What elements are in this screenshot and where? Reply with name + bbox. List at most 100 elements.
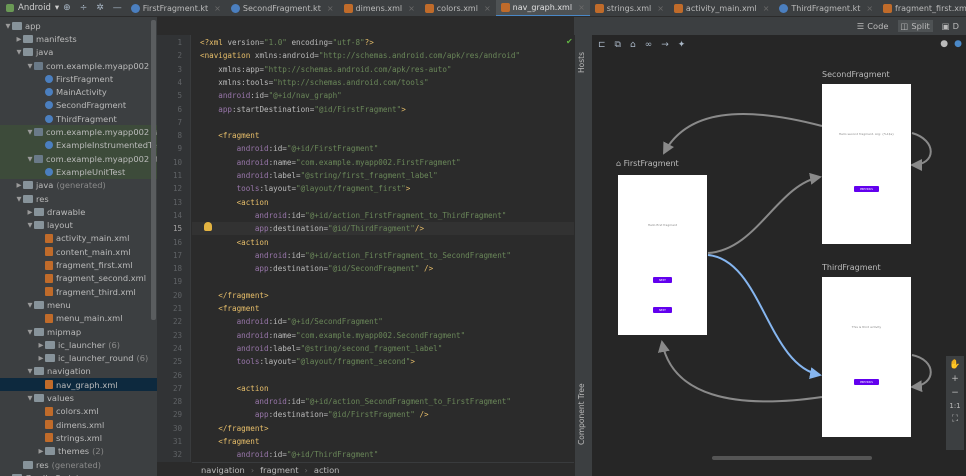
tree-item[interactable]: ▼com.example.myapp002(test) [0,152,157,166]
code-line[interactable]: android:label="@string/second_fragment_l… [200,342,443,355]
navigation-design-surface[interactable]: ⊏ ⧉ ⌂ ∞ → ✦ ● ● ⌂ FirstFragment Hello fi… [592,35,966,476]
chevron-right-icon[interactable]: ▶ [26,208,34,216]
tree-item[interactable]: res (generated) [0,458,157,471]
close-icon[interactable]: × [866,4,873,13]
code-line[interactable]: android:name="com.example.myapp002.Secon… [200,329,466,342]
code-line[interactable]: app:destination="@id/FirstFragment" /> [200,408,429,421]
third-fragment-preview[interactable]: This is third activity PREVIOUS [822,277,911,437]
zoom-ratio-button[interactable]: 1:1 [949,402,960,410]
chevron-down-icon[interactable]: ▼ [4,22,12,30]
code-line[interactable]: android:name="com.example.myapp002.First… [200,156,461,169]
design-view-button[interactable]: ▣ D [939,20,962,32]
code-line[interactable]: <action [200,382,269,395]
tree-item[interactable]: ▼ menu [0,298,157,311]
code-line[interactable]: android:id="@+id/ThirdFragment" [200,448,379,461]
code-line[interactable]: android:label="@string/first_fragment_la… [200,169,438,182]
target-icon[interactable]: ⊕ [63,3,71,13]
tree-item[interactable]: ▶Gradle Scripts [0,471,157,476]
code-line[interactable]: </fragment> [200,289,268,302]
code-line[interactable]: android:id="@+id/action_SecondFragment_t… [200,395,511,408]
chevron-down-icon[interactable]: ▼ [26,301,34,309]
breadcrumb-item[interactable]: action [314,465,340,475]
chevron-right-icon[interactable]: ▶ [15,35,23,43]
editor-tab[interactable]: ThirdFragment.kt × [774,0,878,16]
tree-item[interactable]: strings.xml [0,431,157,444]
tree-item[interactable]: ▼ com.example.myapp002 [0,59,157,72]
chevron-down-icon[interactable]: ▼ [26,367,34,375]
tree-item[interactable]: menu_main.xml [0,312,157,325]
tree-item[interactable]: ExampleUnitTest [0,165,157,179]
close-icon[interactable]: × [327,4,334,13]
chevron-down-icon[interactable]: ▼ [26,394,34,402]
component-tree-tab[interactable]: Component Tree [577,383,586,445]
code-line[interactable]: android:id="@+id/action_FirstFragment_to… [200,209,506,222]
close-icon[interactable]: × [578,3,585,12]
chevron-down-icon[interactable]: ▼ [26,155,34,163]
editor-tab[interactable]: nav_graph.xml × [495,0,590,16]
code-line[interactable]: <fragment [200,435,259,448]
tree-item[interactable]: ▼ app [0,19,157,32]
tree-item[interactable]: ▶ themes (2) [0,445,157,458]
editor-tab[interactable]: dimens.xml × [339,0,420,16]
tree-item[interactable]: ▼ values [0,391,157,404]
tree-item[interactable]: fragment_second.xml [0,272,157,285]
tree-item[interactable]: ▼ java [0,46,157,59]
code-editor[interactable]: <?xml version="1.0" encoding="utf-8"?> <n… [192,35,574,462]
second-fragment-label[interactable]: SecondFragment [822,70,890,79]
tree-item[interactable]: ▶ manifests [0,32,157,45]
code-line[interactable]: <action [200,196,269,209]
close-icon[interactable]: × [214,4,221,13]
code-line[interactable]: <fragment [200,129,259,142]
tree-item[interactable]: ▼ navigation [0,365,157,378]
tree-item[interactable]: ▼ layout [0,219,157,232]
close-icon[interactable]: × [484,4,491,13]
tree-item[interactable]: ▶ ic_launcher (6) [0,338,157,351]
tree-item[interactable]: ▶ drawable [0,205,157,218]
tree-item[interactable]: content_main.xml [0,245,157,258]
pan-icon[interactable]: ✋ [949,360,960,370]
chevron-right-icon[interactable]: ▶ [37,447,45,455]
code-line[interactable]: app:destination="@id/SecondFragment" /> [200,262,433,275]
chevron-down-icon[interactable]: ▼ [15,195,23,203]
code-line[interactable]: <fragment [200,302,259,315]
chevron-right-icon[interactable]: ▶ [37,354,45,362]
tree-item[interactable]: ▼com.example.myapp002(andr [0,125,157,139]
code-line[interactable]: android:id="@+id/nav_graph" [200,89,341,102]
split-view-button[interactable]: ◫ Split [897,20,933,32]
tree-item[interactable]: ▼ mipmap [0,325,157,338]
code-view-button[interactable]: ☰ Code [854,20,892,32]
code-line[interactable]: android:id="@+id/SecondFragment" [200,315,383,328]
code-line[interactable]: app:destination="@id/ThirdFragment"/> [192,222,574,236]
tree-item[interactable]: ▶ ic_launcher_round (6) [0,352,157,365]
code-line[interactable]: <action [200,236,269,249]
code-line[interactable]: <?xml version="1.0" encoding="utf-8"?> [200,36,374,49]
hosts-panel-tab[interactable]: Hosts [577,52,586,73]
tree-item[interactable]: FirstFragment [0,72,157,85]
chevron-right-icon[interactable]: ▶ [37,341,45,349]
code-line[interactable]: tools:layout="@layout/fragment_second"> [200,355,415,368]
code-line[interactable]: app:startDestination="@id/FirstFragment"… [200,103,405,116]
tree-item[interactable]: SecondFragment [0,99,157,112]
lightbulb-icon[interactable] [204,222,212,231]
code-line[interactable]: android:id="@+id/action_FirstFragment_to… [200,249,511,262]
editor-tab[interactable]: strings.xml × [590,0,669,16]
chevron-down-icon[interactable]: ▼ [26,62,34,70]
tree-item[interactable]: colors.xml [0,405,157,418]
tree-item[interactable]: MainActivity [0,86,157,99]
editor-tab[interactable]: colors.xml × [420,0,496,16]
chevron-down-icon[interactable]: ▼ [15,48,23,56]
first-fragment-preview[interactable]: Hello first fragment NEXT NEXT [618,175,707,335]
code-line[interactable]: <navigation xmlns:android="http://schema… [200,49,520,62]
breadcrumb-item[interactable]: navigation [201,465,245,475]
project-view-dropdown[interactable]: Android ▾ ⊕ ÷ ✲ — [0,0,126,16]
tree-item[interactable]: ▼ res [0,192,157,205]
third-fragment-label[interactable]: ThirdFragment [822,263,881,272]
chevron-down-icon[interactable]: ▼ [26,328,34,336]
close-icon[interactable]: × [657,4,664,13]
second-fragment-preview[interactable]: Hello second fragment. Arg: {%1$s} PREVI… [822,84,911,244]
editor-tab[interactable]: FirstFragment.kt × [126,0,226,16]
chevron-down-icon[interactable]: ▼ [26,128,34,136]
tree-item[interactable]: nav_graph.xml [0,378,157,392]
collapse-icon[interactable]: ÷ [80,3,88,13]
breadcrumb-item[interactable]: fragment [260,465,298,475]
